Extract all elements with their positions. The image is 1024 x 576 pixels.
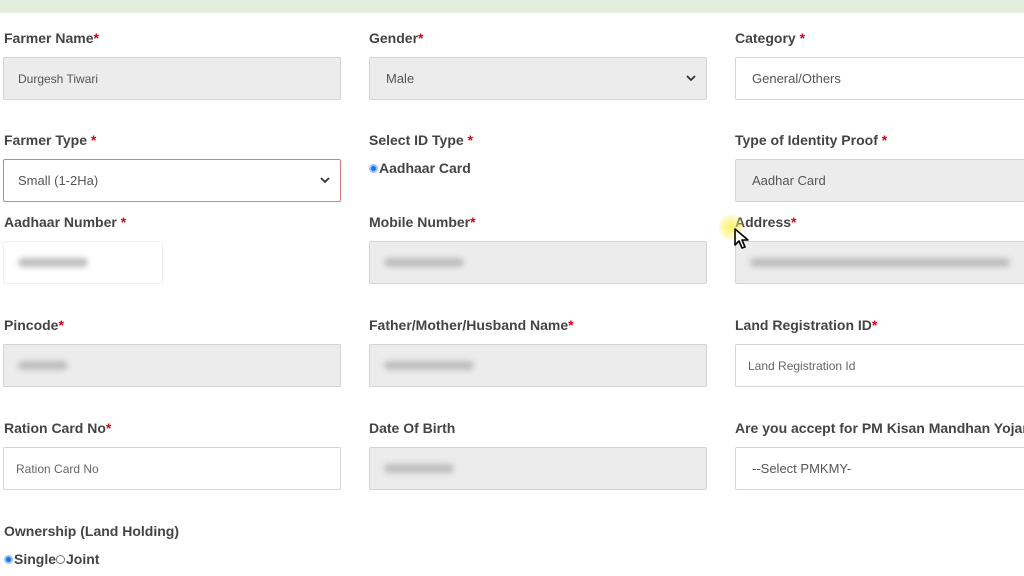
- blurred-value: [18, 258, 88, 267]
- father-name-label: Father/Mother/Husband Name*: [369, 317, 574, 333]
- ownership-single-option[interactable]: Single: [14, 550, 56, 568]
- radio-icon[interactable]: [56, 554, 66, 564]
- address-field[interactable]: [735, 241, 1024, 284]
- mobile-number-label: Mobile Number*: [369, 214, 476, 230]
- gender-label: Gender*: [369, 30, 424, 46]
- category-field[interactable]: General/Others: [735, 57, 1024, 100]
- id-type-aadhaar-option[interactable]: Aadhaar Card: [369, 159, 471, 177]
- land-registration-field[interactable]: Land Registration Id: [735, 344, 1024, 387]
- dob-field[interactable]: [369, 447, 707, 490]
- identity-proof-label: Type of Identity Proof *: [735, 132, 888, 148]
- top-bar: [0, 0, 1024, 13]
- ownership-options: Single Joint: [4, 550, 99, 568]
- ownership-label: Ownership (Land Holding): [4, 523, 179, 539]
- aadhaar-number-label: Aadhaar Number *: [4, 214, 127, 230]
- blurred-value: [750, 258, 1010, 267]
- gender-select[interactable]: Male: [369, 57, 707, 100]
- mobile-number-field[interactable]: [369, 241, 707, 284]
- pmkmy-select[interactable]: --Select PMKMY-: [735, 447, 1024, 490]
- radio-icon[interactable]: [4, 554, 13, 564]
- pmkmy-label: Are you accept for PM Kisan Mandhan Yoja…: [735, 420, 1024, 436]
- dob-label: Date Of Birth: [369, 420, 456, 436]
- father-name-field[interactable]: [369, 344, 707, 387]
- blurred-value: [18, 361, 68, 370]
- chevron-down-icon: [320, 177, 330, 184]
- blurred-value: [384, 258, 464, 267]
- aadhaar-number-field[interactable]: [3, 241, 163, 284]
- ration-card-field[interactable]: Ration Card No: [3, 447, 341, 490]
- land-registration-label: Land Registration ID*: [735, 317, 878, 333]
- farmer-name-field[interactable]: Durgesh Tiwari: [3, 57, 341, 100]
- blurred-value: [384, 464, 454, 473]
- pincode-label: Pincode*: [4, 317, 64, 333]
- farmer-type-label: Farmer Type *: [4, 132, 97, 148]
- farmer-name-label: Farmer Name*: [4, 30, 99, 46]
- radio-icon[interactable]: [369, 163, 378, 173]
- chevron-down-icon: [686, 75, 696, 82]
- ownership-joint-option[interactable]: Joint: [66, 550, 99, 568]
- select-id-type-label: Select ID Type *: [369, 132, 474, 148]
- category-label: Category *: [735, 30, 806, 46]
- ration-card-label: Ration Card No*: [4, 420, 112, 436]
- blurred-value: [384, 361, 474, 370]
- mouse-cursor-icon: [734, 228, 749, 249]
- farmer-type-select[interactable]: Small (1-2Ha): [3, 159, 341, 202]
- pincode-field[interactable]: [3, 344, 341, 387]
- identity-proof-field[interactable]: Aadhar Card: [735, 159, 1024, 202]
